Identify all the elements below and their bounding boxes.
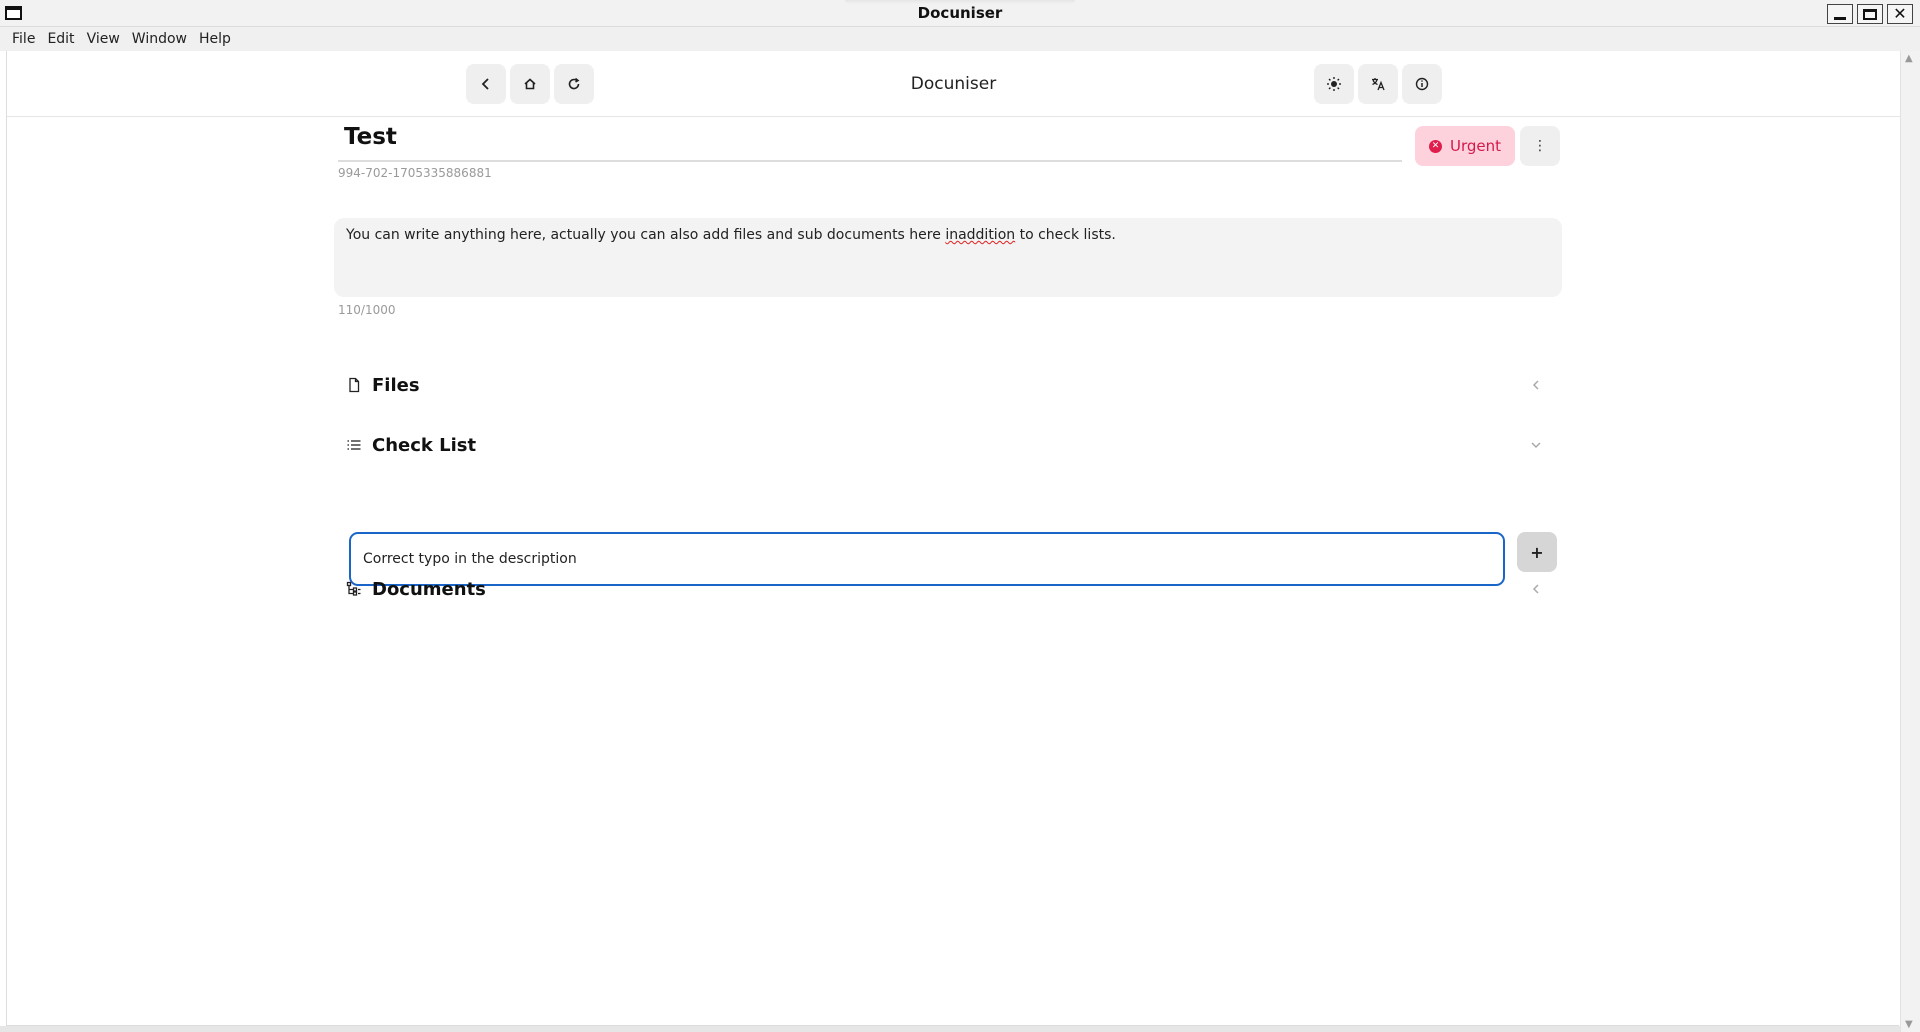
close-window-button[interactable]: ✕ [1887, 4, 1913, 24]
scroll-down-icon[interactable]: ▼ [1905, 1019, 1913, 1030]
info-icon [1415, 77, 1429, 91]
window-titlebar: Docuniser ✕ [0, 0, 1920, 27]
more-options-button[interactable]: ⋮ [1520, 126, 1560, 166]
menu-view[interactable]: View [81, 31, 126, 47]
sun-icon [1327, 77, 1341, 91]
info-button[interactable] [1402, 64, 1442, 104]
menu-help[interactable]: Help [193, 31, 237, 47]
documents-section-header[interactable]: Documents [344, 574, 1564, 604]
more-vertical-icon: ⋮ [1533, 138, 1547, 154]
checklist-section-title: Check List [372, 434, 477, 456]
app-title: Docuniser [910, 74, 997, 94]
minimize-icon [1834, 16, 1846, 20]
vertical-scrollbar[interactable]: ▲ ▼ [1900, 51, 1920, 1032]
close-icon: ✕ [1893, 4, 1907, 23]
maximize-icon [1863, 8, 1877, 20]
description-textarea[interactable]: You can write anything here, actually yo… [334, 218, 1562, 297]
menu-edit[interactable]: Edit [41, 31, 80, 47]
priority-label: Urgent [1449, 137, 1502, 155]
window-title: Docuniser [917, 4, 1003, 22]
tree-icon [344, 579, 364, 599]
menu-file[interactable]: File [6, 31, 41, 47]
language-button[interactable] [1358, 64, 1398, 104]
description-text-start: You can write anything here, actually yo… [346, 227, 946, 243]
x-circle-icon: ✕ [1428, 139, 1442, 153]
description-text-end: to check lists. [1015, 227, 1116, 243]
file-icon [344, 375, 364, 395]
documents-section-title: Documents [372, 578, 486, 600]
document-id: 994-702-1705335886881 [338, 166, 492, 180]
scroll-up-icon[interactable]: ▲ [1905, 53, 1913, 64]
top-toolbar: Docuniser [7, 51, 1900, 117]
character-count: 110/1000 [338, 303, 396, 317]
list-icon [344, 435, 364, 455]
translate-icon [1372, 78, 1385, 91]
menu-bar: File Edit View Window Help [0, 27, 1920, 51]
maximize-button[interactable] [1857, 4, 1883, 24]
chevron-left-icon[interactable] [1526, 375, 1546, 395]
theme-toggle-button[interactable] [1314, 64, 1354, 104]
menu-window[interactable]: Window [126, 31, 193, 47]
files-section-header[interactable]: Files [344, 370, 1564, 400]
document-title-input[interactable]: Test [338, 116, 1402, 162]
chevron-down-icon[interactable] [1526, 435, 1546, 455]
priority-button[interactable]: ✕ Urgent [1415, 126, 1515, 166]
checklist-section-header[interactable]: Check List [344, 430, 1564, 460]
description-misspelled-word: inaddition [945, 227, 1016, 243]
add-checklist-item-button[interactable]: + [1517, 532, 1557, 572]
chevron-left-icon[interactable] [1526, 579, 1546, 599]
window-bottom-edge [0, 1026, 1900, 1032]
minimize-button[interactable] [1827, 4, 1853, 24]
files-section-title: Files [372, 374, 420, 396]
